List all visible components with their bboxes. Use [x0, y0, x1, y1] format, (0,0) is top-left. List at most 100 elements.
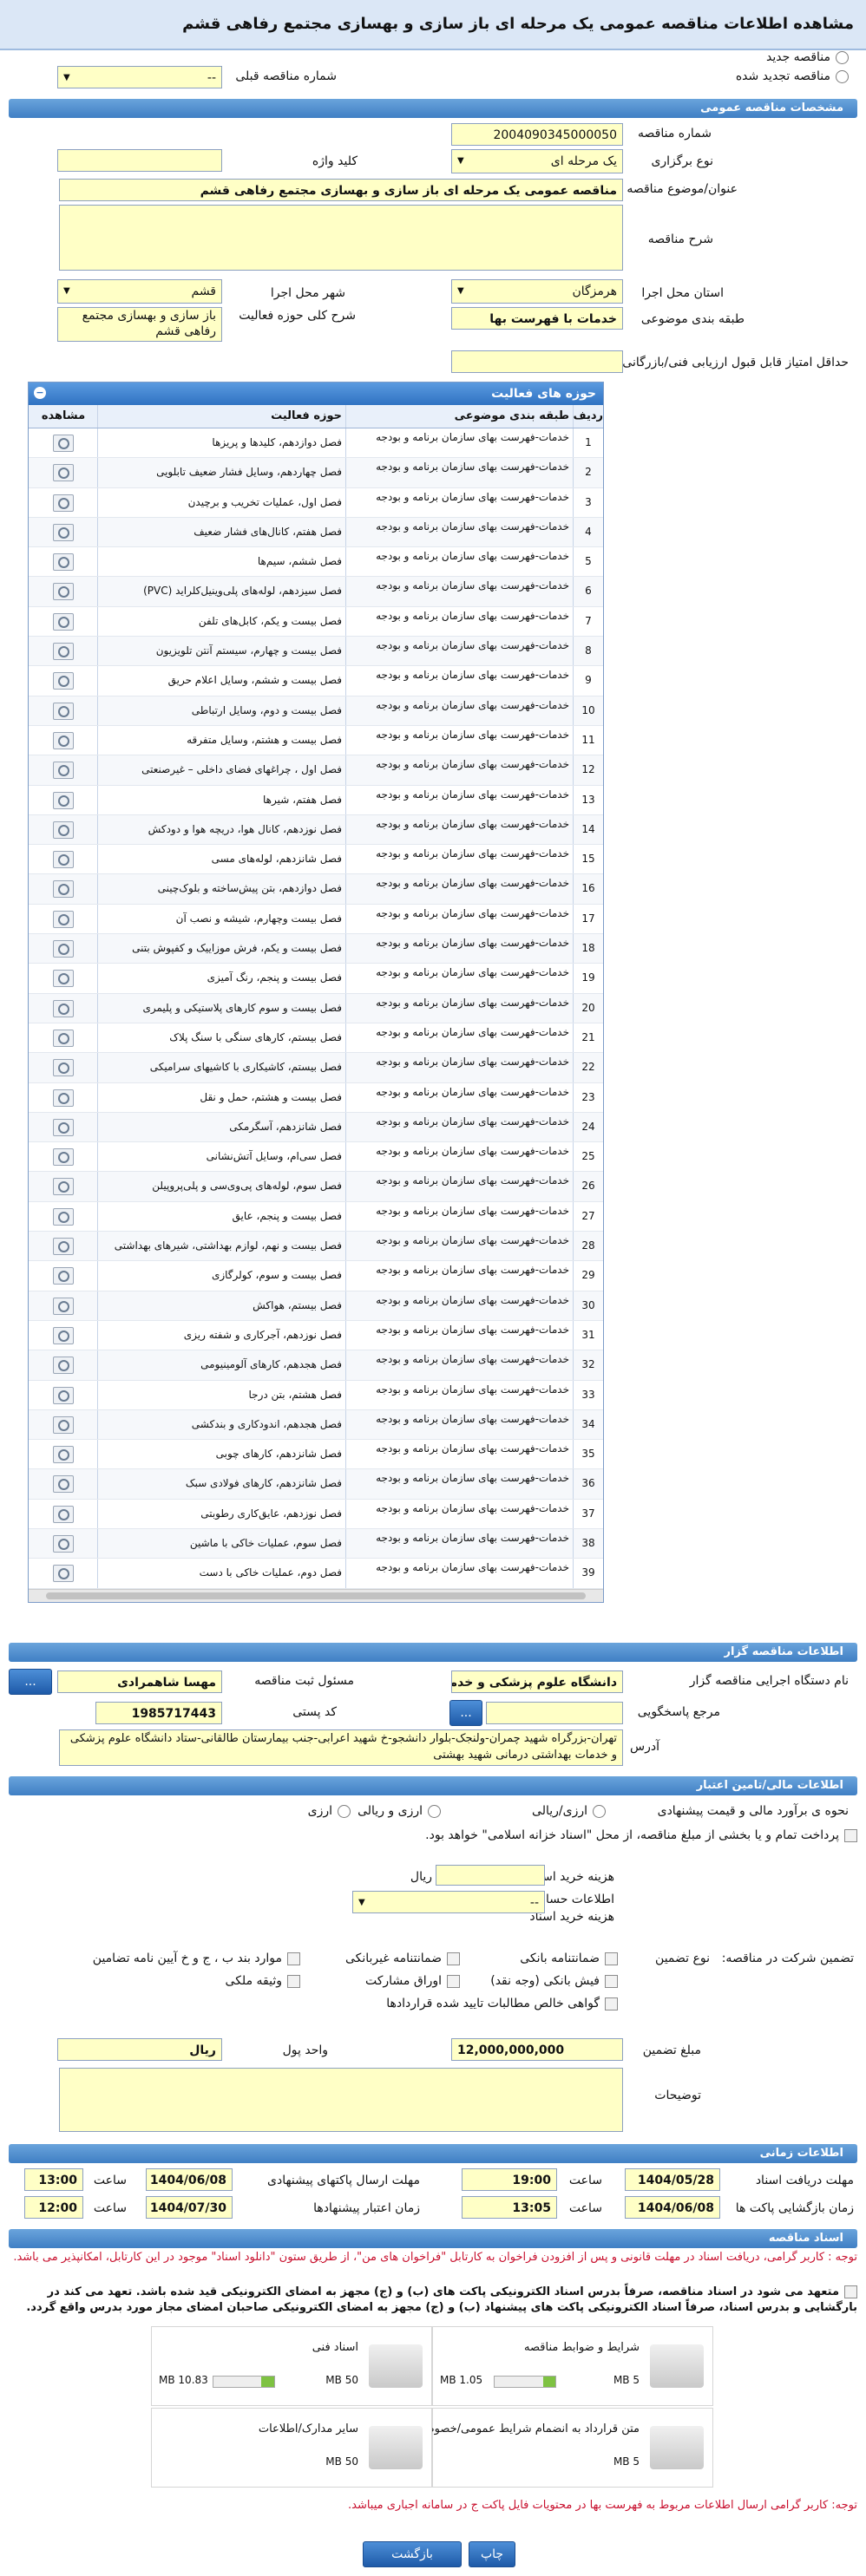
province-select[interactable]: هرمزگان ▼ [451, 279, 623, 304]
view-icon[interactable] [53, 1326, 74, 1344]
radio-icon[interactable] [836, 50, 849, 64]
table-row: 36 خدمات-فهرست بهای سازمان برنامه و بودجه… [29, 1469, 603, 1500]
docs-note-2[interactable]: متعهد می شود در اسناد مناقصه، صرفاً بدرس… [9, 2285, 857, 2316]
view-icon[interactable] [53, 999, 74, 1017]
folder-icon [650, 2344, 704, 2388]
guar-opt-4[interactable]: فیش بانکی (وجه نقد) [490, 1974, 618, 1988]
view-icon[interactable] [53, 762, 74, 780]
guar-opt-3[interactable]: موارد بند ب ، ج و خ آیین نامه تضامین [93, 1952, 300, 1965]
renewed-tender-option[interactable]: مناقصه تجدید شده [736, 69, 849, 83]
view-icon[interactable] [53, 1207, 74, 1226]
view-icon[interactable] [53, 1357, 74, 1375]
view-icon[interactable] [53, 1297, 74, 1315]
pay-note[interactable]: پرداخت تمام و یا بخشی از مبلغ مناقصه، از… [24, 1827, 857, 1844]
view-icon[interactable] [53, 880, 74, 899]
view-icon[interactable] [53, 1534, 74, 1553]
doc-file-2[interactable]: اسناد فنی 10.83 MB 50 MB [151, 2326, 432, 2406]
view-icon[interactable] [53, 731, 74, 749]
back-button[interactable]: بازگشت [363, 2541, 462, 2567]
view-icon[interactable] [53, 1059, 74, 1077]
eval-opt-1[interactable]: ارزی/ریالی [532, 1804, 606, 1818]
officer-more-button[interactable]: ... [9, 1669, 52, 1695]
view-icon[interactable] [53, 1446, 74, 1464]
view-icon[interactable] [53, 1475, 74, 1494]
view-icon[interactable] [53, 1415, 74, 1434]
prev-number-select[interactable]: -- ▼ [57, 66, 222, 88]
view-icon[interactable] [53, 494, 74, 512]
guar-opt-5[interactable]: اوراق مشارکت [365, 1974, 460, 1988]
row-category: خدمات-فهرست بهای سازمان برنامه و بودجه [345, 904, 573, 934]
radio-icon[interactable] [836, 69, 849, 83]
guar-opt-6[interactable]: وثیقه ملکی [226, 1974, 300, 1988]
view-icon[interactable] [53, 612, 74, 631]
view-icon[interactable] [53, 940, 74, 958]
view-icon[interactable] [53, 435, 74, 452]
checkbox-icon[interactable] [844, 2285, 857, 2298]
view-icon[interactable] [53, 523, 74, 541]
view-icon[interactable] [53, 1505, 74, 1523]
checkbox-icon[interactable] [287, 1952, 300, 1965]
row-view-cell [30, 1232, 97, 1260]
radio-icon[interactable] [428, 1804, 441, 1818]
view-icon[interactable] [53, 970, 74, 988]
view-icon[interactable] [53, 672, 74, 690]
guarantee-label: تضمین شرکت در مناقصه: [721, 1952, 854, 1965]
guar-opt-2[interactable]: ضمانتنامه غیربانکی [345, 1952, 460, 1965]
guar-opt-7[interactable]: گواهی خالص مطالبات تایید شده قراردادها [386, 1997, 618, 2010]
row-number: 15 [573, 845, 603, 874]
view-icon[interactable] [53, 1148, 74, 1167]
view-icon[interactable] [53, 1267, 74, 1285]
view-icon[interactable] [53, 464, 74, 482]
checkbox-icon[interactable] [447, 1952, 460, 1965]
postal-field: 1985717443 [95, 1702, 222, 1724]
view-icon[interactable] [53, 1089, 74, 1107]
view-icon[interactable] [53, 1178, 74, 1196]
view-icon[interactable] [53, 851, 74, 869]
doc-file-1[interactable]: شرایط و ضوابط مناقصه 1.05 MB 5 MB [432, 2326, 713, 2406]
account-select[interactable]: -- ▼ [352, 1891, 545, 1913]
view-icon[interactable] [53, 791, 74, 809]
guar-opt-5-label: اوراق مشارکت [364, 1974, 442, 1988]
row-activity: فصل نوزدهم، آجرکاری و شفته ریزی [97, 1320, 345, 1350]
folder-icon [650, 2426, 704, 2469]
view-icon[interactable] [53, 1565, 74, 1583]
row-activity: فصل بیست و نهم، لوازم بهداشتی، شیرهای به… [97, 1232, 345, 1261]
row-activity: فصل شانزدهم، کارهای چوبی [97, 1440, 345, 1469]
ref-more-button[interactable]: ... [449, 1700, 482, 1726]
row-number: 33 [573, 1380, 603, 1409]
view-icon[interactable] [53, 1118, 74, 1136]
row-activity: فصل بیست و پنجم، رنگ آمیزی [97, 964, 345, 993]
checkbox-icon[interactable] [844, 1828, 857, 1842]
print-button[interactable]: چاپ [469, 2541, 515, 2567]
checkbox-icon[interactable] [447, 1974, 460, 1988]
radio-icon[interactable] [593, 1804, 606, 1818]
address-field: تهران-بزرگراه شهید چمران-ولنجک-بلوار دان… [59, 1729, 623, 1766]
checkbox-icon[interactable] [605, 1997, 618, 2010]
view-icon[interactable] [53, 1029, 74, 1047]
type-select[interactable]: یک مرحله ای ▼ [451, 149, 623, 173]
view-icon[interactable] [53, 702, 74, 720]
doc-file-4[interactable]: سایر مدارک/اطلاعات 50 MB [151, 2408, 432, 2488]
view-icon[interactable] [53, 643, 74, 661]
radio-icon[interactable] [338, 1804, 351, 1818]
view-icon[interactable] [53, 821, 74, 839]
city-select[interactable]: قشم ▼ [57, 279, 222, 304]
new-tender-option[interactable]: مناقصه جدید [766, 50, 849, 64]
checkbox-icon[interactable] [605, 1974, 618, 1988]
collapse-icon[interactable]: − [34, 387, 46, 399]
eval-opt-3[interactable]: ارزی [308, 1804, 351, 1818]
grid-scrollbar[interactable] [29, 1588, 603, 1602]
checkbox-icon[interactable] [287, 1974, 300, 1988]
doc-file-3[interactable]: متن قرارداد به انضمام شرایط عمومی/خصوصی 5… [416, 2408, 713, 2488]
checkbox-icon[interactable] [605, 1952, 618, 1965]
guar-opt-1[interactable]: ضمانتنامه بانکی [520, 1952, 618, 1965]
view-icon[interactable] [53, 1386, 74, 1404]
scroll-thumb[interactable] [46, 1592, 586, 1599]
eval-opt-2[interactable]: ارزی و ریالی [358, 1804, 441, 1818]
currency-field: ریال [57, 2038, 222, 2061]
view-icon[interactable] [53, 583, 74, 601]
view-icon[interactable] [53, 553, 74, 572]
view-icon[interactable] [53, 1238, 74, 1256]
view-icon[interactable] [53, 910, 74, 928]
ref-field [486, 1702, 623, 1724]
